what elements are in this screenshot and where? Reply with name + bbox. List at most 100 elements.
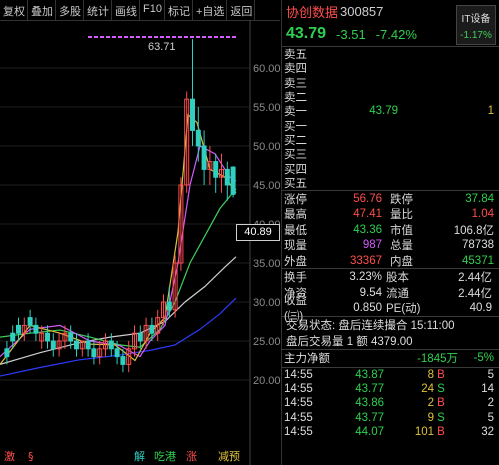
toolbar-multi-stock-button[interactable]: 多股: [56, 0, 84, 20]
price-axis-label: 25.00: [253, 336, 281, 348]
candle-body: [45, 332, 50, 342]
tick-price: 43.86: [355, 397, 384, 410]
stat-label: 最低: [284, 224, 307, 237]
order-book-price: 43.79: [369, 105, 398, 118]
toolbar-add-watchlist-button[interactable]: +自选: [193, 0, 228, 20]
tick-count: 2: [487, 397, 494, 410]
event-marker: 激: [4, 449, 15, 463]
stats-table: 涨停 56.76 跌停 37.84 最高 47.41 量比 1.04 最低 43.36 市值 106.…: [282, 191, 499, 269]
tick-row: 14:55 43.77 24 S 14: [282, 382, 499, 396]
toolbar-f10-button[interactable]: F10: [140, 0, 165, 20]
toolbar-back-button[interactable]: 返回: [227, 0, 256, 20]
toolbar-overlay-button[interactable]: 叠加: [28, 0, 56, 20]
candle-body: [213, 161, 219, 178]
sector-badge[interactable]: IT设备 -1.17%: [456, 5, 496, 45]
stat-value: 987: [362, 239, 382, 252]
candle-body: [114, 348, 120, 358]
stock-code: 300857: [340, 3, 384, 19]
tick-list[interactable]: 14:55 43.87 8 B 5 14:55 43.77 24 S 14 14:55 43.86 2 B…: [282, 368, 499, 439]
stat-value: 33367: [350, 254, 382, 267]
last-price: 43.79: [286, 25, 327, 42]
chart-toolbar: 复权 叠加 多股 统计 画线 F10 标记 +自选 返回: [0, 0, 280, 21]
price-axis-label: 35.00: [253, 258, 281, 270]
order-book-row[interactable]: 买二: [282, 133, 499, 147]
toolbar-draw-line-button[interactable]: 画线: [112, 0, 140, 20]
order-book-volume: 1: [487, 105, 494, 118]
price-axis-label: 55.00: [253, 102, 281, 114]
stat-label: 总量: [390, 240, 413, 253]
tick-price: 43.77: [355, 411, 384, 424]
stat-value: 43.36: [353, 223, 382, 236]
stats-row: 现量 987 总量 78738: [282, 237, 499, 253]
candlestick-chart[interactable]: 63.71 激 § 解吃港涨 减预 60.00 55.00 50.00 45.00 40…: [0, 20, 281, 465]
stat-value: 9.54: [359, 286, 382, 299]
stat-value: 3.23%: [349, 271, 382, 284]
price-axis-label: 20.00: [253, 375, 281, 387]
candle-body: [224, 168, 230, 186]
tick-time: 14:55: [284, 425, 313, 438]
stats-row: 最低 43.36 市值 106.8亿: [282, 222, 499, 238]
candle-body: [27, 317, 33, 326]
candle-body: [149, 324, 155, 334]
order-book-row[interactable]: 买五: [282, 176, 499, 190]
stats-row: 最高 47.41 量比 1.04: [282, 206, 499, 222]
event-marker: §: [28, 450, 34, 463]
tick-price: 44.07: [355, 425, 384, 438]
candle-body: [16, 324, 21, 334]
order-book-row[interactable]: 卖五: [282, 47, 499, 61]
order-book-row[interactable]: 卖二: [282, 90, 499, 104]
toolbar-mark-button[interactable]: 标记: [165, 0, 193, 20]
toolbar-restore-rights-button[interactable]: 复权: [0, 0, 28, 20]
stat-label: 换手: [284, 272, 307, 285]
flow-label: 主力净额: [284, 353, 330, 366]
stock-name[interactable]: 协创数据: [286, 2, 338, 21]
current-price-box: 40.89: [236, 224, 280, 241]
tick-volume: 24: [421, 383, 434, 396]
stat-value: 45371: [462, 254, 494, 267]
tick-side: B: [437, 425, 445, 438]
price-axis-label: 45.00: [253, 180, 281, 192]
price-change-percent: -7.42%: [375, 26, 417, 42]
stat-label: 量比: [390, 209, 413, 222]
kline-svg[interactable]: 63.71 激 § 解吃港涨 减预: [0, 20, 280, 465]
candle-body: [10, 332, 16, 342]
stat-label: PE(动): [386, 303, 421, 316]
price-axis-label: 60.00: [253, 63, 281, 75]
stat-value: 56.76: [353, 192, 382, 205]
stat-value: 37.84: [465, 192, 494, 205]
stat-label: 股本: [386, 272, 409, 285]
main-net-flow[interactable]: 主力净额 -1845万 -5%: [282, 350, 499, 367]
order-book-row[interactable]: 卖四: [282, 61, 499, 75]
candle-body: [195, 129, 201, 147]
order-book-row[interactable]: 卖一 43.79 1: [282, 104, 499, 118]
tick-time: 14:55: [284, 369, 313, 382]
event-marker: 解: [134, 449, 145, 463]
stats-table-2: 换手 3.23% 股本 2.44亿 净资 9.54 流通 2.44亿 收益(㈢) 0.850 PE(…: [282, 269, 499, 323]
trade-status: 交易状态: 盘后连续撮合 15:11:00: [286, 319, 455, 332]
order-book-row[interactable]: 买一: [282, 118, 499, 133]
tick-time: 14:55: [284, 397, 313, 410]
tick-volume: 2: [427, 397, 434, 410]
price-axis-label: 50.00: [253, 141, 281, 153]
price-change: -3.51: [336, 26, 366, 42]
stat-label: 市值: [390, 224, 413, 237]
tick-side: B: [437, 397, 445, 410]
stat-value: 47.41: [353, 208, 382, 221]
toolbar-statistics-button[interactable]: 统计: [84, 0, 112, 20]
tick-row: 14:55 43.87 8 B 5: [282, 368, 499, 382]
flow-percent: -5%: [473, 352, 494, 365]
tick-side: B: [437, 369, 445, 382]
candle-body: [4, 348, 10, 358]
order-book-row[interactable]: 买三: [282, 147, 499, 161]
stats-row: 换手 3.23% 股本 2.44亿: [282, 269, 499, 285]
tick-count: 14: [481, 383, 494, 396]
tick-price: 43.77: [355, 383, 384, 396]
stat-label: 流通: [386, 287, 409, 300]
sector-name: IT设备: [461, 14, 491, 25]
peak-price-label: 63.71: [148, 41, 176, 53]
candle-body: [201, 145, 207, 170]
order-book-row[interactable]: 卖三: [282, 76, 499, 90]
tick-volume: 8: [427, 369, 434, 382]
order-book-row[interactable]: 买四: [282, 161, 499, 176]
candle-body: [50, 340, 56, 350]
